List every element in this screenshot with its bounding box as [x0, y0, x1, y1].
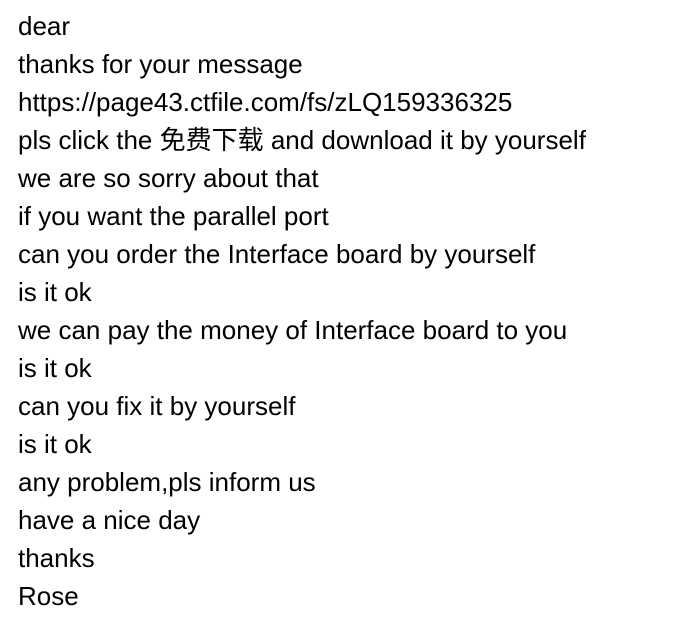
message-line: is it ok [18, 353, 92, 383]
message-body: dear thanks for your message https://pag… [18, 7, 586, 615]
message-line: pls click the 免费下载 and download it by yo… [18, 125, 586, 155]
closing-line: have a nice day [18, 505, 201, 535]
message-line: thanks for your message [18, 49, 303, 79]
signature-line: Rose [18, 581, 79, 611]
message-line: we are so sorry about that [18, 163, 319, 193]
message-line: any problem,pls inform us [18, 467, 316, 497]
message-line: can you order the Interface board by you… [18, 239, 536, 269]
message-line: is it ok [18, 429, 92, 459]
message-line: if you want the parallel port [18, 201, 329, 231]
closing-line: thanks [18, 543, 95, 573]
greeting-line: dear [18, 11, 71, 41]
message-line: is it ok [18, 277, 92, 307]
message-line: can you fix it by yourself [18, 391, 296, 421]
message-line: we can pay the money of Interface board … [18, 315, 568, 345]
download-url-line: https://page43.ctfile.com/fs/zLQ15933632… [18, 87, 513, 117]
